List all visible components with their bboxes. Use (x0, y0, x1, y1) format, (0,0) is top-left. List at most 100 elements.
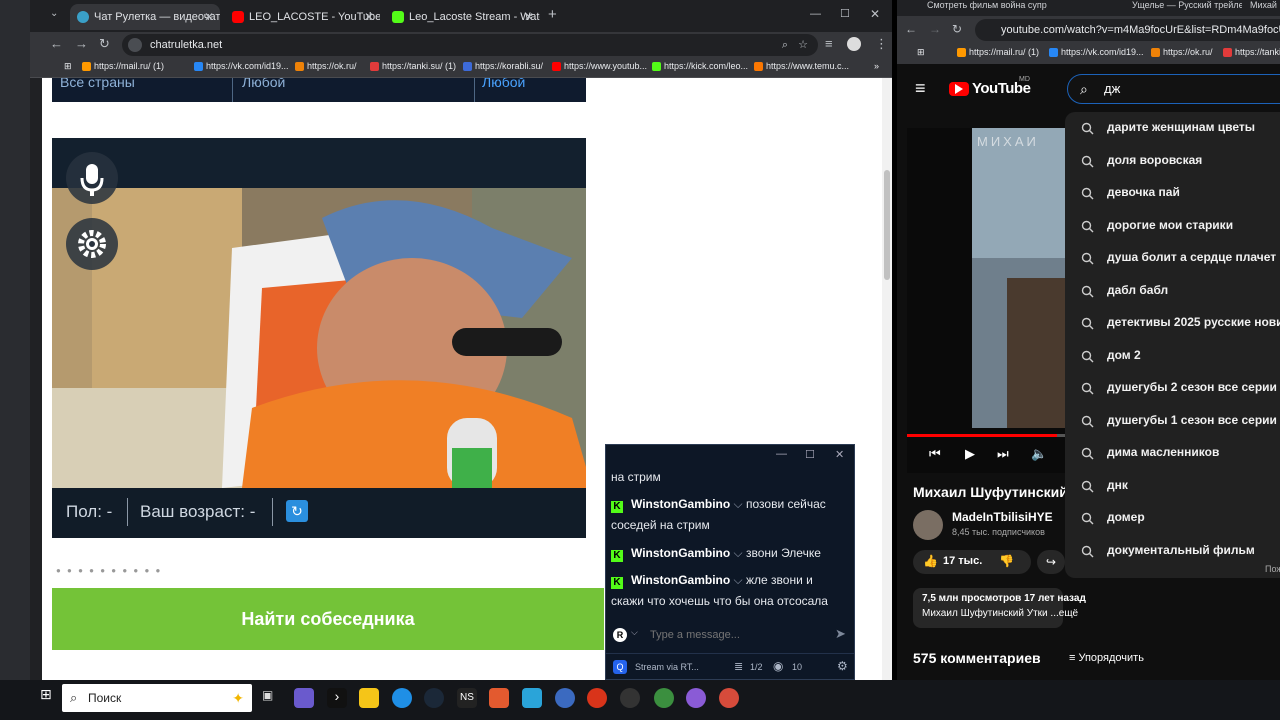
recorder-icon[interactable] (587, 688, 607, 708)
tab-search-icon[interactable]: ⌄ (50, 8, 58, 19)
layers-icon[interactable]: ≣ (734, 660, 743, 673)
tab-kick[interactable]: Leo_Lacoste Stream - Watch Li ✕ (385, 4, 540, 30)
discord-icon[interactable] (686, 688, 706, 708)
obs-icon[interactable] (620, 688, 640, 708)
taskbar-search-input[interactable]: ⌕ Поиск ✦ (62, 684, 252, 712)
previous-icon[interactable]: ⏮ (929, 446, 941, 462)
chat-close-icon[interactable]: ✕ (835, 448, 844, 461)
send-icon[interactable]: ➤ (835, 626, 846, 642)
bookmark-item[interactable]: https://korabli.su/ (463, 61, 543, 71)
channel-avatar[interactable] (913, 510, 943, 540)
scrollbar-thumb[interactable] (884, 170, 890, 280)
youtube-player[interactable]: МИХАИ ⏮ ▶ ⏭ 🔈 (907, 128, 1075, 473)
search-suggestion-item[interactable]: домер (1107, 510, 1145, 524)
tab-trailer[interactable]: Ущелье — Русский трейлер (Р (1132, 0, 1242, 10)
copilot-icon[interactable] (294, 688, 314, 708)
profile-avatar[interactable] (847, 37, 861, 51)
task-view-icon[interactable]: ▣ (262, 688, 282, 708)
chat-minimize-icon[interactable]: — (776, 448, 787, 460)
thumbs-up-icon[interactable]: 👍 (923, 554, 938, 568)
edge-icon[interactable] (392, 688, 412, 708)
bookmark-item[interactable]: https://vk.com/id19... (194, 61, 289, 71)
page-scrollbar[interactable] (882, 78, 892, 680)
close-tab-icon[interactable]: ✕ (364, 4, 374, 30)
back-icon[interactable]: ← (905, 22, 917, 36)
reload-icon[interactable]: ↻ (99, 36, 110, 52)
chat-username[interactable]: WinstonGambino (631, 573, 730, 587)
site-info-icon[interactable] (128, 38, 142, 52)
search-suggestion-item[interactable]: душа болит а сердце плачет (1107, 250, 1276, 264)
address-bar[interactable]: chatruletka.net ⌕ ☆ (122, 34, 818, 56)
search-suggestion-item[interactable]: дима масленников (1107, 445, 1219, 459)
app-icon[interactable] (555, 688, 575, 708)
right-address-bar[interactable]: youtube.com/watch?v=m4Ma9focUrE&list=RDm… (975, 19, 1280, 41)
search-suggestion-item[interactable]: душегубы 1 сезон все серии по (1107, 413, 1280, 427)
microphone-button[interactable] (66, 152, 118, 204)
minimize-icon[interactable]: — (810, 8, 821, 20)
search-suggestion-item[interactable]: девочка пай (1107, 185, 1180, 199)
search-suggestion-item[interactable]: душегубы 2 сезон все серии по (1107, 380, 1280, 394)
bookmark-item[interactable]: https://kick.com/leo... (652, 61, 748, 71)
description-preview[interactable]: Михаил Шуфутинский Утки ...ещё (922, 608, 1078, 619)
more-bookmarks-icon[interactable]: » (862, 61, 879, 71)
search-suggestion-item[interactable]: дабл бабл (1107, 283, 1168, 297)
ns-app-icon[interactable]: NS (457, 688, 477, 708)
like-count[interactable]: 17 тыс. (943, 555, 982, 567)
hamburger-menu-icon[interactable]: ≡ (915, 78, 926, 99)
chrome-icon[interactable] (654, 688, 674, 708)
close-tab-icon[interactable]: ✕ (524, 4, 534, 30)
refresh-icon[interactable]: ↻ (286, 500, 308, 522)
chat-app-icon[interactable] (522, 688, 542, 708)
chat-username[interactable]: WinstonGambino (631, 546, 730, 560)
bookmark-item[interactable]: https://www.temu.c... (754, 61, 849, 71)
bookmark-item[interactable]: https://www.youtub... (552, 61, 647, 71)
search-suggestion-item[interactable]: дорогие мои старики (1107, 218, 1233, 232)
steam-icon[interactable] (424, 688, 444, 708)
search-suggestion-item[interactable]: документальный фильм (1107, 543, 1255, 557)
new-tab-button[interactable]: + (548, 6, 557, 23)
youtube-search-input[interactable]: ⌕ дж (1067, 74, 1280, 104)
your-age-label[interactable]: Ваш возраст: - (140, 502, 255, 522)
game-launcher-icon[interactable] (489, 688, 509, 708)
forward-icon[interactable]: → (75, 36, 88, 51)
tab-film[interactable]: Смотреть фильм война супр (927, 0, 1117, 10)
apps-grid-icon[interactable]: ⊞ (52, 61, 72, 72)
sort-comments-button[interactable]: ≡ Упорядочить (1069, 652, 1144, 664)
bookmark-item[interactable]: https://ok.ru/ (1151, 47, 1213, 57)
chat-maximize-icon[interactable]: ☐ (805, 448, 815, 461)
thumbs-down-icon[interactable]: 👎 (999, 554, 1014, 568)
reload-icon[interactable]: ↻ (952, 22, 962, 36)
country-filter[interactable]: Все страны (60, 78, 135, 90)
tab-chatruletka[interactable]: Чат Рулетка — видеочат ✕ (70, 4, 220, 30)
back-icon[interactable]: ← (50, 36, 63, 51)
bookmark-item[interactable]: https://mail.ru/ (1) (82, 61, 164, 71)
chevron-down-icon[interactable]: ⌵ (631, 627, 638, 638)
share-icon[interactable]: ↪ (1037, 550, 1065, 574)
tab-youtube-video[interactable]: Михай (1250, 0, 1280, 10)
volume-icon[interactable]: 🔈 (1031, 446, 1047, 462)
settings-button[interactable] (66, 218, 118, 270)
chat-settings-icon[interactable]: ⚙ (837, 659, 848, 673)
search-suggestion-item[interactable]: дарите женщинам цветы (1107, 120, 1255, 134)
bookmark-item[interactable]: https://tanki (1223, 47, 1280, 57)
bookmark-item[interactable]: https://tanki.su/ (1) (370, 61, 456, 71)
forward-icon[interactable]: → (929, 22, 941, 36)
apps-grid-icon[interactable]: ⊞ (905, 47, 925, 58)
restream-icon[interactable]: R (613, 628, 627, 642)
terminal-icon[interactable]: › (327, 688, 347, 708)
next-icon[interactable]: ⏭ (997, 446, 1009, 462)
close-window-icon[interactable]: ✕ (870, 7, 880, 21)
chat-message-input[interactable] (650, 626, 820, 644)
maximize-icon[interactable]: ☐ (840, 7, 850, 20)
search-suggestion-item[interactable]: доля воровская (1107, 153, 1202, 167)
windows-start-icon[interactable]: ⊞ (40, 686, 52, 703)
close-tab-icon[interactable]: ✕ (204, 4, 214, 30)
report-suggestions-link[interactable]: Пож (1265, 564, 1280, 574)
bookmark-star-icon[interactable]: ☆ (798, 34, 808, 56)
search-suggestion-item[interactable]: днк (1107, 478, 1128, 492)
search-suggestion-item[interactable]: детективы 2025 русские новин (1107, 315, 1280, 329)
channel-name[interactable]: MadeInTbilisiHYE (952, 510, 1053, 524)
reading-list-icon[interactable]: ≡ (825, 36, 833, 51)
bookmark-item[interactable]: https://vk.com/id19... (1049, 47, 1144, 57)
chat-username[interactable]: WinstonGambino (631, 497, 730, 511)
